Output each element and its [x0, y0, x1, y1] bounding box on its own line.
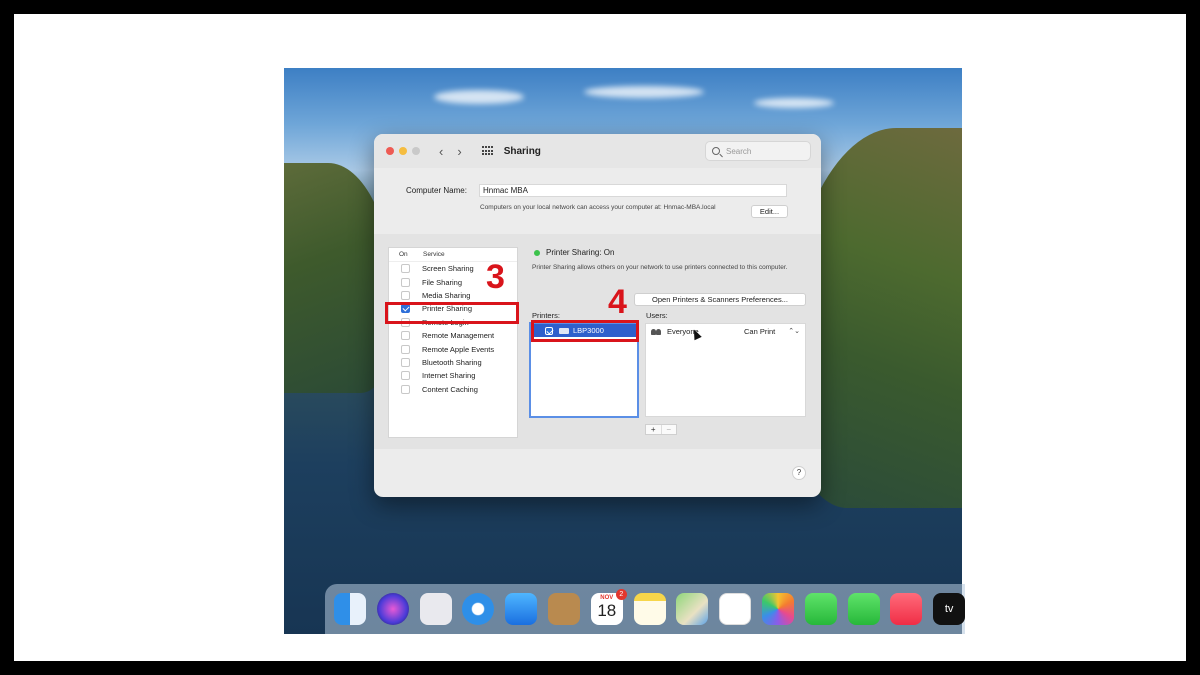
zoom-button[interactable]	[412, 147, 420, 155]
service-label: Media Sharing	[422, 290, 471, 300]
maps-icon[interactable]	[676, 593, 709, 625]
service-checkbox[interactable]	[401, 290, 410, 300]
calendar-day: 18	[597, 601, 617, 620]
computer-name-label: Computer Name:	[406, 186, 467, 195]
service-checkbox[interactable]	[401, 357, 410, 367]
service-checkbox[interactable]	[401, 331, 410, 341]
search-placeholder: Search	[726, 146, 752, 156]
calendar-icon[interactable]: NOV 18 2	[590, 589, 627, 625]
search-icon	[712, 147, 720, 155]
help-button[interactable]: ?	[792, 466, 806, 480]
printers-label: Printers:	[532, 311, 560, 320]
service-row-bluetooth-sharing[interactable]: Bluetooth Sharing	[389, 356, 517, 369]
calendar-badge: 2	[615, 589, 627, 600]
forward-button[interactable]: ›	[457, 144, 461, 159]
notes-icon[interactable]	[633, 593, 666, 625]
computer-name-description: Computers on your local network can acce…	[480, 204, 716, 211]
computer-name-input[interactable]: Hnmac MBA	[479, 184, 787, 197]
printer-row-highlight	[531, 320, 639, 342]
add-remove-user-control: + −	[645, 424, 677, 435]
service-label: Screen Sharing	[422, 264, 474, 274]
launchpad-icon[interactable]	[419, 593, 452, 625]
user-permission[interactable]: Can Print	[744, 327, 775, 336]
service-checkbox[interactable]	[401, 344, 410, 354]
service-row-remote-management[interactable]: Remote Management	[389, 329, 517, 342]
title-bar: ‹ › Sharing Search	[374, 134, 821, 168]
status-indicator	[534, 250, 540, 256]
step-4-callout: 4	[608, 283, 627, 321]
header-service: Service	[423, 251, 445, 258]
photos-icon[interactable]	[761, 593, 794, 625]
messages-icon[interactable]	[804, 593, 837, 625]
open-printers-preferences-button[interactable]: Open Printers & Scanners Preferences...	[634, 293, 806, 306]
service-label: Remote Apple Events	[422, 344, 495, 354]
service-checkbox[interactable]	[401, 384, 410, 394]
minimize-button[interactable]	[399, 147, 407, 155]
service-checkbox[interactable]	[401, 277, 410, 287]
status-text: Printer Sharing: On	[546, 248, 615, 257]
mail-icon[interactable]	[505, 593, 538, 625]
users-list: Everyone Can Print ⌃⌄	[645, 323, 806, 417]
music-icon[interactable]	[890, 593, 923, 625]
service-row-remote-apple-events[interactable]: Remote Apple Events	[389, 342, 517, 355]
service-row-content-caching[interactable]: Content Caching	[389, 383, 517, 396]
service-row-internet-sharing[interactable]: Internet Sharing	[389, 369, 517, 382]
window-title: Sharing	[503, 145, 541, 157]
apple-tv-icon[interactable]: tv	[933, 593, 966, 625]
status-description: Printer Sharing allows others on your ne…	[532, 264, 788, 271]
finder-icon[interactable]	[334, 593, 366, 625]
header-on: On	[399, 251, 408, 258]
user-row[interactable]: Everyone Can Print ⌃⌄	[646, 324, 805, 338]
facetime-icon[interactable]	[847, 593, 880, 625]
printer-sharing-highlight	[385, 302, 519, 324]
step-3-callout: 3	[486, 258, 505, 296]
safari-icon[interactable]	[462, 593, 495, 625]
permission-stepper-icon[interactable]: ⌃⌄	[788, 327, 800, 335]
service-label: File Sharing	[422, 277, 463, 287]
siri-icon[interactable]	[376, 593, 409, 625]
computer-name-section: Computer Name: Hnmac MBA Computers on yo…	[374, 168, 821, 234]
contacts-icon[interactable]	[547, 593, 580, 625]
dock: NOV 18 2 tv	[325, 584, 966, 634]
remove-user-button[interactable]: −	[660, 425, 677, 434]
service-label: Remote Management	[422, 331, 495, 341]
reminders-icon[interactable]	[719, 593, 752, 625]
service-label: Internet Sharing	[422, 371, 476, 381]
group-icon	[651, 328, 662, 335]
service-checkbox[interactable]	[401, 264, 410, 274]
back-button[interactable]: ‹	[439, 144, 443, 159]
add-user-button[interactable]: +	[646, 425, 661, 434]
edit-button[interactable]: Edit...	[751, 205, 788, 218]
users-label: Users:	[646, 311, 668, 320]
service-label: Content Caching	[422, 384, 478, 394]
search-field[interactable]: Search	[705, 141, 811, 161]
show-all-grid-icon[interactable]	[481, 146, 494, 156]
service-label: Bluetooth Sharing	[422, 357, 482, 367]
service-checkbox[interactable]	[401, 371, 410, 381]
close-button[interactable]	[386, 147, 394, 155]
tv-label: tv	[944, 603, 954, 615]
